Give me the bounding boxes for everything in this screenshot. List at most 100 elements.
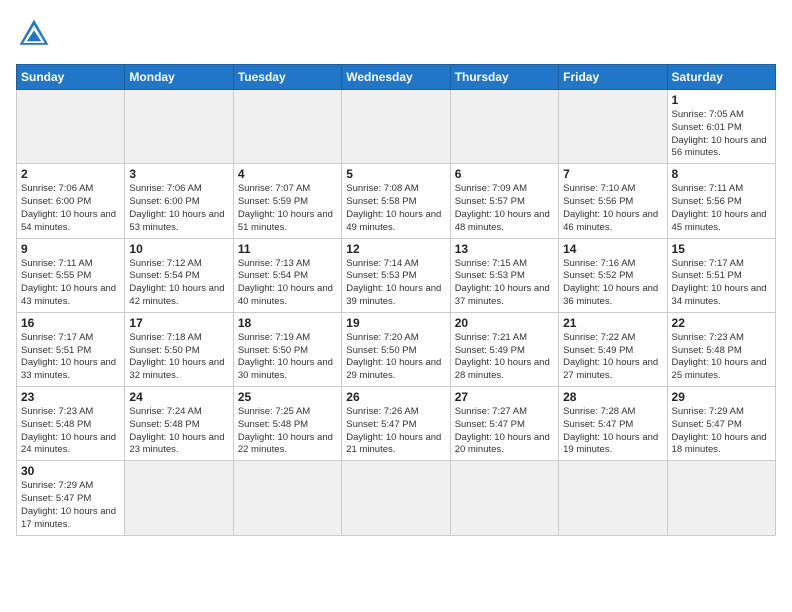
calendar-day: 24 Sunrise: 7:24 AMSunset: 5:48 PMDayligh… xyxy=(125,387,233,461)
page-header xyxy=(16,16,776,52)
calendar-day: 26 Sunrise: 7:26 AMSunset: 5:47 PMDayligh… xyxy=(342,387,450,461)
day-number: 6 xyxy=(455,167,554,181)
day-info: Sunrise: 7:23 AMSunset: 5:48 PMDaylight:… xyxy=(672,332,771,383)
day-info: Sunrise: 7:29 AMSunset: 5:47 PMDaylight:… xyxy=(672,406,771,457)
day-info: Sunrise: 7:06 AMSunset: 6:00 PMDaylight:… xyxy=(129,183,228,234)
calendar-day: 15 Sunrise: 7:17 AMSunset: 5:51 PMDayligh… xyxy=(667,238,775,312)
calendar-day: 4 Sunrise: 7:07 AMSunset: 5:59 PMDaylight… xyxy=(233,164,341,238)
day-number: 12 xyxy=(346,242,445,256)
day-info: Sunrise: 7:22 AMSunset: 5:49 PMDaylight:… xyxy=(563,332,662,383)
day-info: Sunrise: 7:29 AMSunset: 5:47 PMDaylight:… xyxy=(21,480,120,531)
weekday-header-monday: Monday xyxy=(125,65,233,90)
calendar-day: 2 Sunrise: 7:06 AMSunset: 6:00 PMDaylight… xyxy=(17,164,125,238)
calendar-day: 22 Sunrise: 7:23 AMSunset: 5:48 PMDayligh… xyxy=(667,312,775,386)
weekday-header-thursday: Thursday xyxy=(450,65,558,90)
calendar-day: 10 Sunrise: 7:12 AMSunset: 5:54 PMDayligh… xyxy=(125,238,233,312)
weekday-header-row: SundayMondayTuesdayWednesdayThursdayFrid… xyxy=(17,65,776,90)
calendar-day: 14 Sunrise: 7:16 AMSunset: 5:52 PMDayligh… xyxy=(559,238,667,312)
day-info: Sunrise: 7:05 AMSunset: 6:01 PMDaylight:… xyxy=(672,109,771,160)
day-number: 10 xyxy=(129,242,228,256)
logo xyxy=(16,16,58,52)
day-info: Sunrise: 7:09 AMSunset: 5:57 PMDaylight:… xyxy=(455,183,554,234)
calendar-day: 27 Sunrise: 7:27 AMSunset: 5:47 PMDayligh… xyxy=(450,387,558,461)
day-number: 18 xyxy=(238,316,337,330)
calendar-day xyxy=(667,461,775,535)
day-number: 3 xyxy=(129,167,228,181)
calendar-day: 19Sunrise: 7:20 AMSunset: 5:50 PMDayligh… xyxy=(342,312,450,386)
day-info: Sunrise: 7:23 AMSunset: 5:48 PMDaylight:… xyxy=(21,406,120,457)
day-info: Sunrise: 7:06 AMSunset: 6:00 PMDaylight:… xyxy=(21,183,120,234)
day-info: Sunrise: 7:17 AMSunset: 5:51 PMDaylight:… xyxy=(672,258,771,309)
day-number: 15 xyxy=(672,242,771,256)
day-info: Sunrise: 7:26 AMSunset: 5:47 PMDaylight:… xyxy=(346,406,445,457)
day-info: Sunrise: 7:11 AMSunset: 5:56 PMDaylight:… xyxy=(672,183,771,234)
calendar-week-row: 2 Sunrise: 7:06 AMSunset: 6:00 PMDaylight… xyxy=(17,164,776,238)
calendar-week-row: 9 Sunrise: 7:11 AMSunset: 5:55 PMDaylight… xyxy=(17,238,776,312)
calendar-day: 30 Sunrise: 7:29 AMSunset: 5:47 PMDayligh… xyxy=(17,461,125,535)
calendar-day xyxy=(450,90,558,164)
calendar-week-row: 1Sunrise: 7:05 AMSunset: 6:01 PMDaylight… xyxy=(17,90,776,164)
calendar-day xyxy=(342,90,450,164)
day-number: 30 xyxy=(21,464,120,478)
weekday-header-sunday: Sunday xyxy=(17,65,125,90)
day-number: 20 xyxy=(455,316,554,330)
calendar-day: 20Sunrise: 7:21 AMSunset: 5:49 PMDayligh… xyxy=(450,312,558,386)
day-number: 16 xyxy=(21,316,120,330)
calendar-day: 12 Sunrise: 7:14 AMSunset: 5:53 PMDayligh… xyxy=(342,238,450,312)
calendar-day xyxy=(233,90,341,164)
day-info: Sunrise: 7:25 AMSunset: 5:48 PMDaylight:… xyxy=(238,406,337,457)
calendar-day xyxy=(125,90,233,164)
day-number: 26 xyxy=(346,390,445,404)
calendar-day: 5 Sunrise: 7:08 AMSunset: 5:58 PMDaylight… xyxy=(342,164,450,238)
calendar-day xyxy=(125,461,233,535)
calendar-table: SundayMondayTuesdayWednesdayThursdayFrid… xyxy=(16,64,776,536)
day-number: 7 xyxy=(563,167,662,181)
day-number: 5 xyxy=(346,167,445,181)
weekday-header-wednesday: Wednesday xyxy=(342,65,450,90)
weekday-header-saturday: Saturday xyxy=(667,65,775,90)
day-info: Sunrise: 7:16 AMSunset: 5:52 PMDaylight:… xyxy=(563,258,662,309)
day-number: 24 xyxy=(129,390,228,404)
calendar-day: 17 Sunrise: 7:18 AMSunset: 5:50 PMDayligh… xyxy=(125,312,233,386)
day-number: 4 xyxy=(238,167,337,181)
day-number: 23 xyxy=(21,390,120,404)
day-number: 28 xyxy=(563,390,662,404)
day-number: 2 xyxy=(21,167,120,181)
day-info: Sunrise: 7:12 AMSunset: 5:54 PMDaylight:… xyxy=(129,258,228,309)
logo-icon xyxy=(16,16,52,52)
calendar-day: 1Sunrise: 7:05 AMSunset: 6:01 PMDaylight… xyxy=(667,90,775,164)
calendar-day: 8Sunrise: 7:11 AMSunset: 5:56 PMDaylight… xyxy=(667,164,775,238)
day-number: 27 xyxy=(455,390,554,404)
calendar-day: 25Sunrise: 7:25 AMSunset: 5:48 PMDayligh… xyxy=(233,387,341,461)
day-info: Sunrise: 7:08 AMSunset: 5:58 PMDaylight:… xyxy=(346,183,445,234)
day-info: Sunrise: 7:14 AMSunset: 5:53 PMDaylight:… xyxy=(346,258,445,309)
day-info: Sunrise: 7:07 AMSunset: 5:59 PMDaylight:… xyxy=(238,183,337,234)
day-number: 17 xyxy=(129,316,228,330)
day-number: 22 xyxy=(672,316,771,330)
day-info: Sunrise: 7:18 AMSunset: 5:50 PMDaylight:… xyxy=(129,332,228,383)
calendar-day xyxy=(233,461,341,535)
day-number: 13 xyxy=(455,242,554,256)
day-info: Sunrise: 7:24 AMSunset: 5:48 PMDaylight:… xyxy=(129,406,228,457)
calendar-day: 18 Sunrise: 7:19 AMSunset: 5:50 PMDayligh… xyxy=(233,312,341,386)
day-number: 9 xyxy=(21,242,120,256)
calendar-day: 29Sunrise: 7:29 AMSunset: 5:47 PMDayligh… xyxy=(667,387,775,461)
day-info: Sunrise: 7:27 AMSunset: 5:47 PMDaylight:… xyxy=(455,406,554,457)
day-info: Sunrise: 7:15 AMSunset: 5:53 PMDaylight:… xyxy=(455,258,554,309)
day-info: Sunrise: 7:28 AMSunset: 5:47 PMDaylight:… xyxy=(563,406,662,457)
calendar-week-row: 30 Sunrise: 7:29 AMSunset: 5:47 PMDayligh… xyxy=(17,461,776,535)
day-number: 11 xyxy=(238,242,337,256)
day-info: Sunrise: 7:11 AMSunset: 5:55 PMDaylight:… xyxy=(21,258,120,309)
day-info: Sunrise: 7:20 AMSunset: 5:50 PMDaylight:… xyxy=(346,332,445,383)
calendar-day: 11Sunrise: 7:13 AMSunset: 5:54 PMDayligh… xyxy=(233,238,341,312)
day-info: Sunrise: 7:19 AMSunset: 5:50 PMDaylight:… xyxy=(238,332,337,383)
calendar-day: 23 Sunrise: 7:23 AMSunset: 5:48 PMDayligh… xyxy=(17,387,125,461)
calendar-day: 13 Sunrise: 7:15 AMSunset: 5:53 PMDayligh… xyxy=(450,238,558,312)
calendar-day: 9 Sunrise: 7:11 AMSunset: 5:55 PMDaylight… xyxy=(17,238,125,312)
calendar-day: 21Sunrise: 7:22 AMSunset: 5:49 PMDayligh… xyxy=(559,312,667,386)
calendar-day: 16Sunrise: 7:17 AMSunset: 5:51 PMDayligh… xyxy=(17,312,125,386)
calendar-day xyxy=(17,90,125,164)
calendar-day xyxy=(342,461,450,535)
day-number: 14 xyxy=(563,242,662,256)
calendar-week-row: 16Sunrise: 7:17 AMSunset: 5:51 PMDayligh… xyxy=(17,312,776,386)
